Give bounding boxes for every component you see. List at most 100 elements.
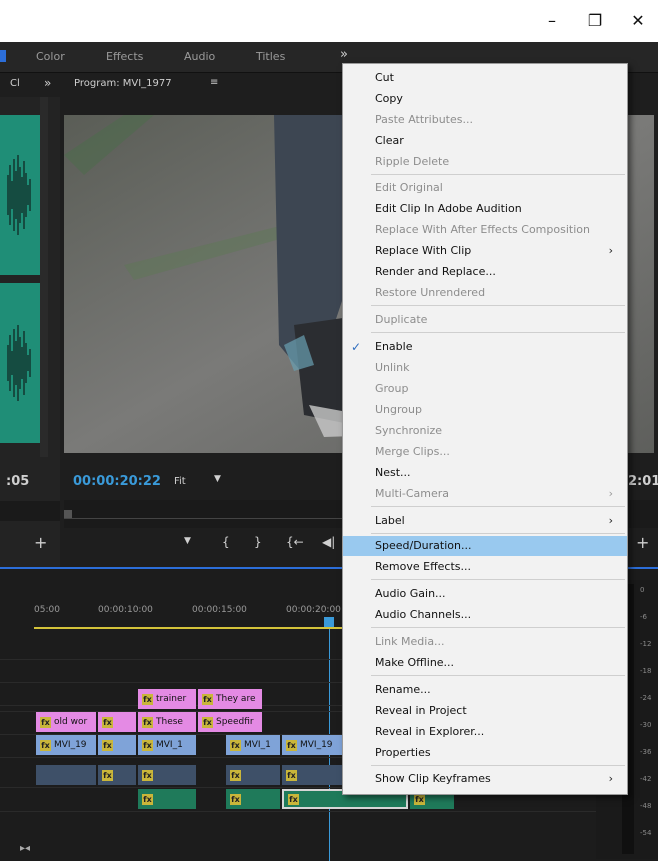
timeline-clip[interactable]: fx Speedfir: [198, 712, 262, 732]
timeline-clip[interactable]: fx They are: [198, 689, 262, 709]
go-to-in-icon[interactable]: {←: [286, 535, 304, 549]
audio-clip[interactable]: fx: [282, 765, 342, 785]
restore-button[interactable]: ❐: [580, 6, 610, 34]
menu-item-label: Speed/Duration...: [375, 539, 472, 552]
menu-item-label: Render and Replace...: [375, 265, 496, 278]
menu-item-show-clip-keyframes[interactable]: Show Clip Keyframes ›: [343, 769, 627, 789]
menu-item-group[interactable]: Group: [343, 379, 627, 399]
menu-item-cut[interactable]: Cut: [343, 68, 627, 88]
menu-item-make-offline[interactable]: Make Offline...: [343, 653, 627, 673]
menu-item-audio-gain[interactable]: Audio Gain...: [343, 584, 627, 604]
menu-item-link-media[interactable]: Link Media...: [343, 632, 627, 652]
menu-separator: [371, 332, 625, 333]
tab-color[interactable]: Color: [36, 50, 65, 63]
minimize-button[interactable]: –: [537, 6, 567, 34]
timeline-end-icon[interactable]: ▸◂: [20, 843, 30, 854]
source-panel-tab[interactable]: Cl: [10, 78, 20, 89]
menu-item-edit-original[interactable]: Edit Original: [343, 178, 627, 198]
menu-separator: [371, 174, 625, 175]
menu-item-remove-effects[interactable]: Remove Effects...: [343, 557, 627, 577]
menu-item-reveal-in-project[interactable]: Reveal in Project: [343, 701, 627, 721]
mark-in-icon[interactable]: {: [222, 535, 230, 549]
menu-item-render-and-replace[interactable]: Render and Replace...: [343, 262, 627, 282]
ruler-label: 05:00: [34, 605, 60, 615]
tab-titles[interactable]: Titles: [256, 50, 285, 63]
source-panel-header: Cl »: [0, 73, 60, 97]
menu-item-ripple-delete[interactable]: Ripple Delete: [343, 152, 627, 172]
menu-item-paste-attributes[interactable]: Paste Attributes...: [343, 110, 627, 130]
menu-item-edit-in-audition[interactable]: Edit Clip In Adobe Audition: [343, 199, 627, 219]
mark-out-icon[interactable]: }: [254, 535, 262, 549]
menu-item-audio-channels[interactable]: Audio Channels...: [343, 605, 627, 625]
close-button[interactable]: ✕: [623, 6, 653, 34]
menu-item-replace-with-clip[interactable]: Replace With Clip ›: [343, 241, 627, 261]
fx-badge-icon: fx: [230, 739, 241, 751]
source-ruler[interactable]: [0, 501, 60, 521]
menu-item-label: Cut: [375, 71, 394, 84]
audio-clip[interactable]: fx: [138, 789, 196, 809]
menu-item-clear[interactable]: Clear: [343, 131, 627, 151]
menu-item-restore-unrendered[interactable]: Restore Unrendered: [343, 283, 627, 303]
timeline-clip[interactable]: fx: [98, 735, 136, 755]
fx-badge-icon: fx: [102, 716, 113, 728]
timeline-clip[interactable]: fx trainer: [138, 689, 196, 709]
step-back-icon[interactable]: ◀|: [322, 535, 335, 549]
menu-item-label: Properties: [375, 746, 431, 759]
marker-icon[interactable]: ▼: [184, 536, 191, 546]
tab-effects[interactable]: Effects: [106, 50, 143, 63]
program-panel-title[interactable]: Program: MVI_1977: [74, 78, 172, 89]
meter-label: -36: [640, 748, 652, 756]
timeline-clip[interactable]: fx MVI_1: [226, 735, 280, 755]
panel-menu-icon[interactable]: ≡: [210, 77, 218, 88]
menu-item-multi-camera[interactable]: Multi-Camera ›: [343, 484, 627, 504]
menu-item-ungroup[interactable]: Ungroup: [343, 400, 627, 420]
work-area-bar[interactable]: [34, 627, 344, 629]
audio-clip[interactable]: [36, 765, 96, 785]
timeline-clip[interactable]: fx MVI_19: [36, 735, 96, 755]
timeline-clip[interactable]: fx MVI_19: [282, 735, 342, 755]
menu-item-copy[interactable]: Copy: [343, 89, 627, 109]
menu-item-reveal-in-explorer[interactable]: Reveal in Explorer...: [343, 722, 627, 742]
clip-label: MVI_19: [300, 740, 333, 750]
clip-label: trainer: [156, 694, 187, 704]
fx-badge-icon: fx: [142, 716, 153, 728]
meter-label: -42: [640, 775, 652, 783]
menu-item-rename[interactable]: Rename...: [343, 680, 627, 700]
fit-dropdown[interactable]: Fit ▼: [168, 472, 230, 492]
menu-item-properties[interactable]: Properties: [343, 743, 627, 763]
ruler-handle[interactable]: [64, 510, 72, 518]
menu-item-nest[interactable]: Nest...: [343, 463, 627, 483]
audio-clip[interactable]: fx: [226, 765, 280, 785]
menu-item-label-submenu[interactable]: Label ›: [343, 511, 627, 531]
program-add-button[interactable]: +: [636, 533, 649, 552]
clip-label: MVI_1: [156, 740, 183, 750]
source-more-icon[interactable]: »: [44, 76, 51, 90]
timeline-clip[interactable]: fx These: [138, 712, 196, 732]
timeline-clip[interactable]: fx old wor: [36, 712, 96, 732]
fx-badge-icon: fx: [142, 793, 153, 805]
tab-indicator: [0, 50, 6, 62]
menu-item-enable[interactable]: ✓ Enable: [343, 337, 627, 357]
menu-item-replace-with-ae[interactable]: Replace With After Effects Composition: [343, 220, 627, 240]
menu-item-duplicate[interactable]: Duplicate: [343, 310, 627, 330]
workspace-more-icon[interactable]: »: [340, 47, 348, 62]
meter-label: 0: [640, 586, 645, 594]
tab-audio[interactable]: Audio: [184, 50, 215, 63]
waveform-top-svg: [7, 155, 31, 235]
menu-item-unlink[interactable]: Unlink: [343, 358, 627, 378]
audio-clip[interactable]: fx: [226, 789, 280, 809]
audio-clip[interactable]: fx: [138, 765, 196, 785]
menu-item-synchronize[interactable]: Synchronize: [343, 421, 627, 441]
source-add-button[interactable]: +: [34, 533, 47, 552]
meter-label: -48: [640, 802, 652, 810]
timeline-clip[interactable]: fx: [98, 712, 136, 732]
program-ruler[interactable]: [64, 500, 344, 528]
ruler-label: 00:00:15:00: [192, 605, 247, 615]
menu-separator: [371, 675, 625, 676]
timeline-clip[interactable]: fx MVI_1: [138, 735, 196, 755]
program-timecode[interactable]: 00:00:20:22: [73, 474, 161, 489]
playhead-handle[interactable]: [324, 617, 334, 627]
menu-item-speed-duration[interactable]: Speed/Duration...: [343, 536, 627, 556]
audio-clip[interactable]: fx: [98, 765, 136, 785]
menu-item-merge-clips[interactable]: Merge Clips...: [343, 442, 627, 462]
